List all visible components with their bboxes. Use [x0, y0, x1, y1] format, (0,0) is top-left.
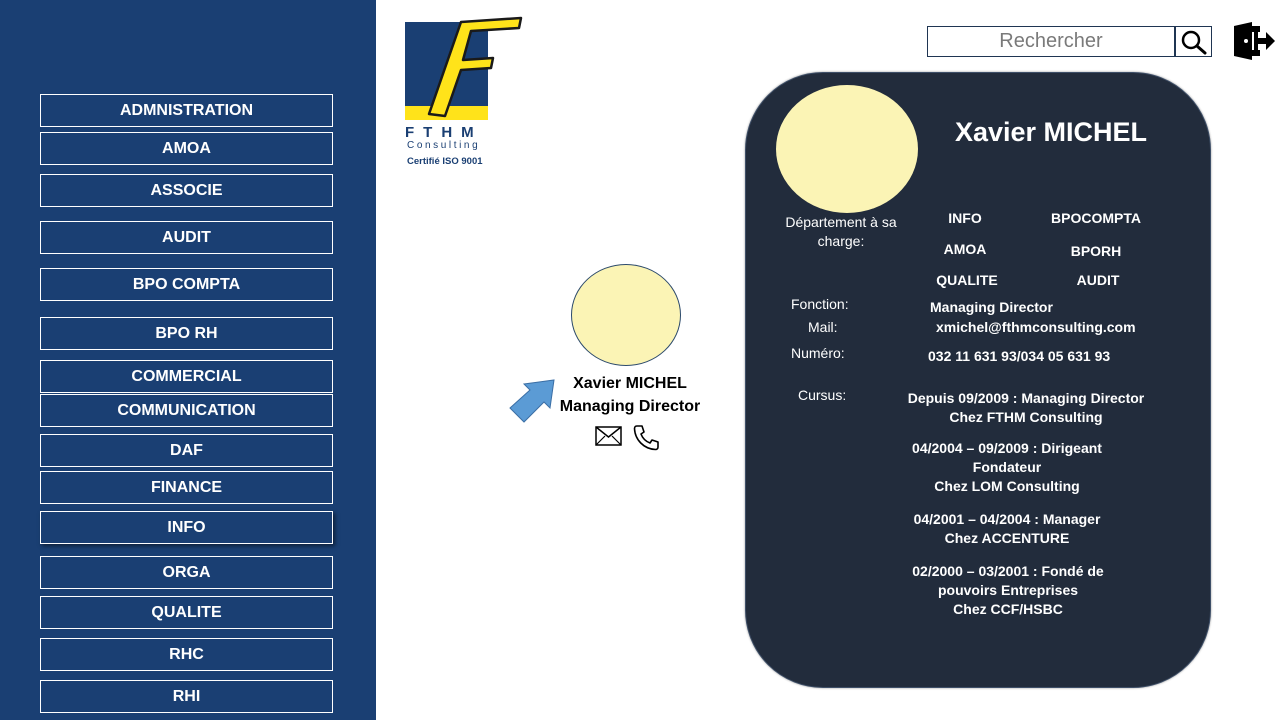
fonction-label: Fonction: [791, 296, 849, 312]
nav-button-administration[interactable]: ADMNISTRATION [40, 94, 333, 127]
profile-avatar [776, 85, 918, 213]
department-item: AUDIT [1076, 272, 1120, 288]
department-item: BPOCOMPTA [1051, 210, 1141, 226]
cursus-line: pouvoirs Entreprises [937, 582, 1079, 598]
cursus-line: Chez ACCENTURE [944, 530, 1070, 546]
sidebar: ADMNISTRATION AMOA ASSOCIE AUDIT BPO COM… [0, 0, 376, 720]
cursus-entry: Depuis 09/2009 : Managing Director Chez … [896, 389, 1156, 427]
nav-button-orga[interactable]: ORGA [40, 556, 333, 589]
search-icon [1181, 30, 1206, 54]
nav-button-finance[interactable]: FINANCE [40, 471, 333, 504]
phone-icon[interactable] [633, 424, 660, 451]
node-avatar[interactable] [571, 264, 681, 366]
logo-f-icon [427, 16, 523, 118]
department-item: INFO [948, 210, 982, 226]
cursus-line: Depuis 09/2009 : Managing Director [907, 390, 1145, 406]
mail-icon[interactable] [595, 426, 622, 446]
fonction-value: Managing Director [930, 299, 1053, 315]
cursus-label: Cursus: [798, 387, 847, 403]
node-label[interactable]: Xavier MICHEL Managing Director [540, 372, 720, 418]
numero-value: 032 11 631 93/034 05 631 93 [928, 348, 1111, 364]
profile-card: Xavier MICHEL Département à sa charge: I… [745, 72, 1211, 688]
logo-certification: Certifié ISO 9001 [407, 156, 483, 167]
nav-button-amoa[interactable]: AMOA [40, 132, 333, 165]
profile-name: Xavier MICHEL [954, 117, 1148, 147]
nav-button-communication[interactable]: COMMUNICATION [40, 394, 333, 427]
nav-button-rhi[interactable]: RHI [40, 680, 333, 713]
nav-button-info[interactable]: INFO [40, 511, 333, 544]
numero-label: Numéro: [791, 345, 845, 361]
logo-letters: FTHM [405, 124, 483, 141]
search-box [927, 26, 1175, 57]
nav-button-qualite[interactable]: QUALITE [40, 596, 333, 629]
department-item: BPORH [1070, 243, 1122, 259]
nav-button-bpo-rh[interactable]: BPO RH [40, 317, 333, 350]
node-name: Xavier MICHEL [573, 375, 687, 392]
cursus-entry: 04/2004 – 09/2009 : Dirigeant Fondateur … [877, 439, 1137, 496]
cursus-line: Chez FTHM Consulting [949, 409, 1103, 425]
search-input[interactable] [928, 29, 1174, 54]
nav-button-rhc[interactable]: RHC [40, 638, 333, 671]
cursus-entry: 04/2001 – 04/2004 : Manager Chez ACCENTU… [876, 510, 1138, 548]
department-item: QUALITE [936, 272, 998, 288]
cursus-entry: 02/2000 – 03/2001 : Fondé de pouvoirs En… [877, 562, 1139, 619]
logo-subtitle: Consulting [407, 140, 481, 151]
nav-button-associe[interactable]: ASSOCIE [40, 174, 333, 207]
cursus-line: 02/2000 – 03/2001 : Fondé de [912, 563, 1104, 579]
nav-button-daf[interactable]: DAF [40, 434, 333, 467]
logout-icon [1234, 22, 1275, 60]
cursus-line: Chez LOM Consulting [934, 478, 1080, 494]
cursus-line: 04/2001 – 04/2004 : Manager [913, 511, 1101, 527]
node-title: Managing Director [559, 398, 701, 415]
search-button[interactable] [1175, 26, 1212, 57]
logout-button[interactable] [1232, 20, 1276, 62]
departments-label: Département à sa charge: [785, 214, 897, 249]
nav-button-commercial[interactable]: COMMERCIAL [40, 360, 333, 393]
department-item: AMOA [943, 241, 987, 257]
cursus-line: 04/2004 – 09/2009 : Dirigeant [912, 440, 1102, 456]
cursus-line: Fondateur [972, 459, 1042, 475]
company-logo: FTHM Consulting Certifié ISO 9001 [405, 16, 523, 176]
nav-button-audit[interactable]: AUDIT [40, 221, 333, 254]
mail-value: xmichel@fthmconsulting.com [936, 319, 1136, 335]
cursus-line: Chez CCF/HSBC [953, 601, 1063, 617]
nav-button-bpo-compta[interactable]: BPO COMPTA [40, 268, 333, 301]
mail-label: Mail: [808, 319, 838, 335]
